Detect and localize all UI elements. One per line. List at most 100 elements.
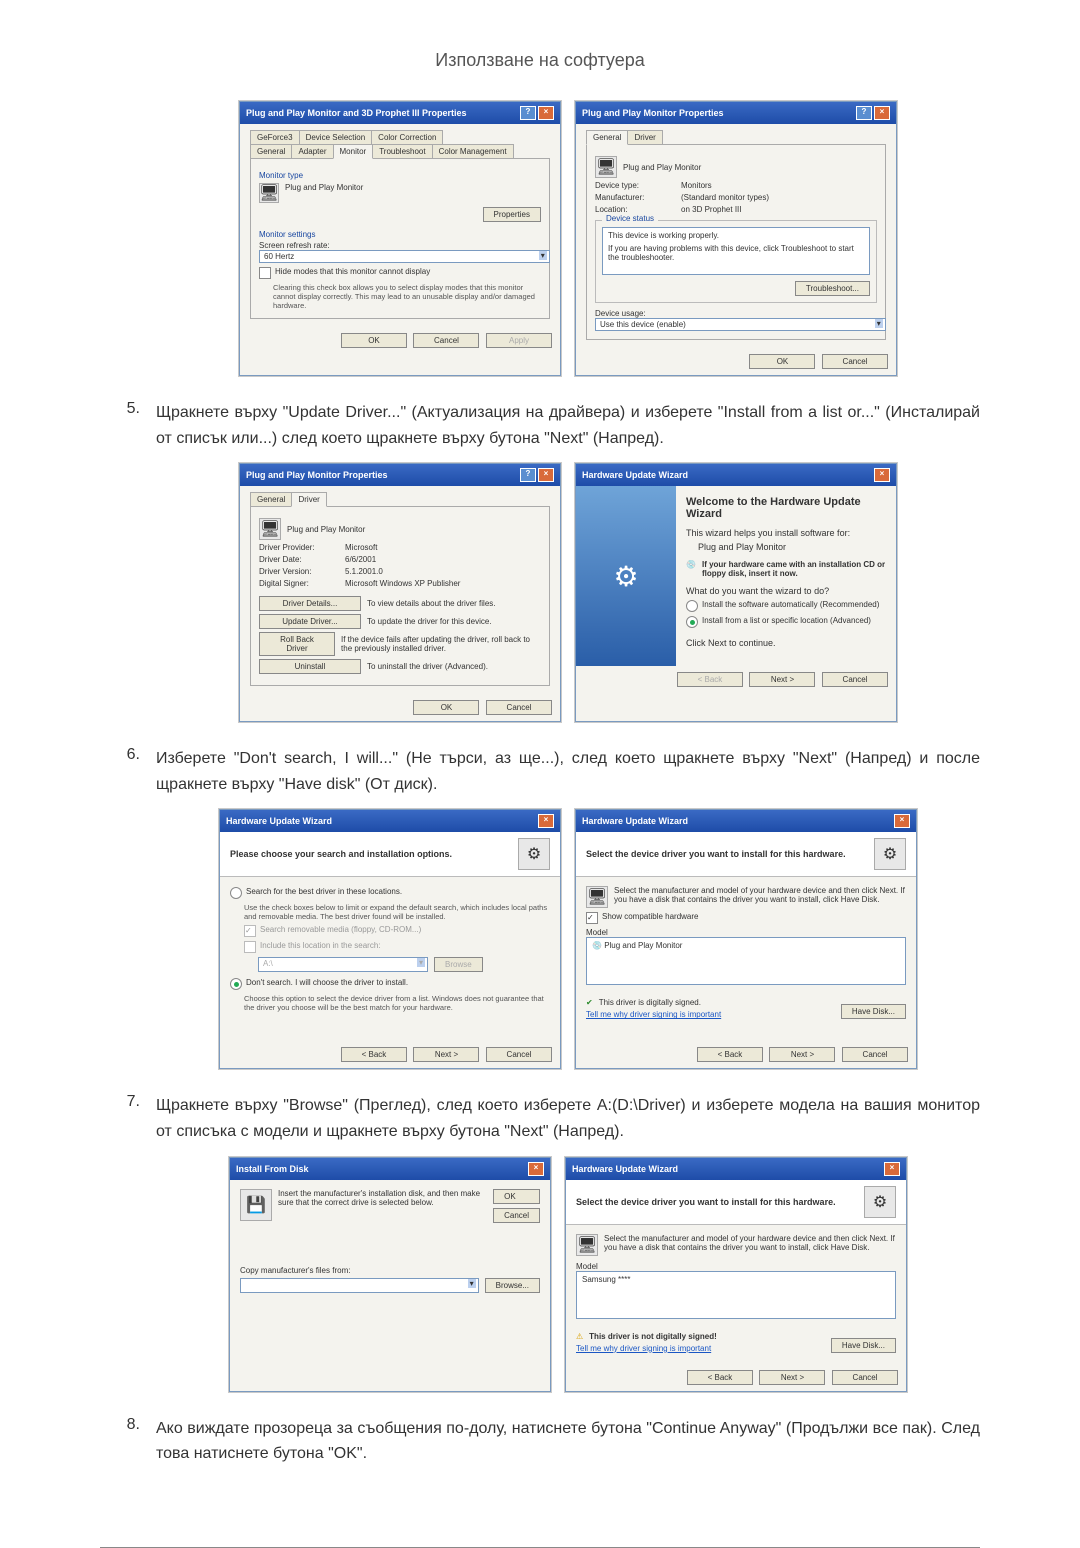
checkbox-include-location[interactable] bbox=[244, 941, 256, 953]
cancel-button[interactable]: Cancel bbox=[413, 333, 479, 348]
close-icon[interactable]: × bbox=[538, 468, 554, 482]
driver-details-button[interactable]: Driver Details... bbox=[259, 596, 361, 611]
uninstall-button[interactable]: Uninstall bbox=[259, 659, 361, 674]
why-signing-link[interactable]: Tell me why driver signing is important bbox=[576, 1344, 711, 1353]
radio-dont-search-label: Don't search. I will choose the driver t… bbox=[246, 978, 408, 987]
location-path-dropdown[interactable]: A:\ bbox=[258, 957, 428, 972]
step-number: 7. bbox=[100, 1093, 156, 1111]
close-icon[interactable]: × bbox=[874, 106, 890, 120]
cancel-button[interactable]: Cancel bbox=[486, 700, 552, 715]
tab-color-correction[interactable]: Color Correction bbox=[371, 130, 443, 145]
rollback-driver-desc: If the device fails after updating the d… bbox=[341, 635, 541, 653]
wizard-helps-text: This wizard helps you install software f… bbox=[686, 528, 886, 538]
hide-modes-label: Hide modes that this monitor cannot disp… bbox=[275, 267, 430, 276]
ok-button[interactable]: OK bbox=[749, 354, 815, 369]
update-driver-button[interactable]: Update Driver... bbox=[259, 614, 361, 629]
tab-geforce3[interactable]: GeForce3 bbox=[250, 130, 300, 145]
checkbox-removable-media[interactable]: ✓ bbox=[244, 925, 256, 937]
dialog-title: Plug and Play Monitor Properties bbox=[246, 470, 388, 480]
radio-dont-search[interactable] bbox=[230, 978, 242, 990]
radio-install-list[interactable] bbox=[686, 616, 698, 628]
monitor-type-label: Monitor type bbox=[259, 171, 541, 180]
close-icon[interactable]: × bbox=[538, 814, 554, 828]
cancel-button[interactable]: Cancel bbox=[493, 1208, 540, 1223]
path-dropdown[interactable] bbox=[240, 1278, 479, 1293]
dialog-hardware-update-wizard-welcome: Hardware Update Wizard × ⚙ Welcome to th… bbox=[575, 463, 897, 722]
digital-signer-value: Microsoft Windows XP Publisher bbox=[345, 579, 460, 588]
list-item[interactable]: 💿 Plug and Play Monitor bbox=[592, 941, 682, 950]
device-name: Plug and Play Monitor bbox=[623, 163, 701, 172]
dont-search-help: Choose this option to select the device … bbox=[244, 994, 550, 1012]
cancel-button[interactable]: Cancel bbox=[822, 672, 888, 687]
radio-install-auto[interactable] bbox=[686, 600, 698, 612]
next-button[interactable]: Next > bbox=[413, 1047, 479, 1062]
cancel-button[interactable]: Cancel bbox=[822, 354, 888, 369]
back-button[interactable]: < Back bbox=[341, 1047, 407, 1062]
monitor-icon: 🖥 bbox=[259, 183, 279, 203]
tab-driver[interactable]: Driver bbox=[627, 130, 662, 145]
ok-button[interactable]: OK bbox=[341, 333, 407, 348]
cancel-button[interactable]: Cancel bbox=[842, 1047, 908, 1062]
close-icon[interactable]: × bbox=[884, 1162, 900, 1176]
device-usage-dropdown[interactable]: Use this device (enable) bbox=[595, 318, 886, 331]
dialog-hardware-update-wizard-select-driver-samsung: Hardware Update Wizard × Select the devi… bbox=[565, 1157, 907, 1392]
manufacturer-label: Manufacturer: bbox=[595, 193, 675, 202]
rollback-driver-button[interactable]: Roll Back Driver bbox=[259, 632, 335, 656]
help-button[interactable]: ? bbox=[520, 468, 536, 482]
tab-troubleshoot[interactable]: Troubleshoot bbox=[372, 144, 432, 159]
ok-button[interactable]: OK bbox=[493, 1189, 540, 1204]
tab-general[interactable]: General bbox=[250, 144, 292, 159]
ok-button[interactable]: OK bbox=[413, 700, 479, 715]
apply-button[interactable]: Apply bbox=[486, 333, 552, 348]
device-status-label: Device status bbox=[602, 214, 658, 223]
next-button[interactable]: Next > bbox=[749, 672, 815, 687]
radio-search-best[interactable] bbox=[230, 887, 242, 899]
wizard-cd-hint: If your hardware came with an installati… bbox=[702, 560, 886, 578]
model-listbox[interactable]: 💿 Plug and Play Monitor bbox=[586, 937, 906, 985]
close-icon[interactable]: × bbox=[528, 1162, 544, 1176]
tab-color-management[interactable]: Color Management bbox=[432, 144, 514, 159]
close-icon[interactable]: × bbox=[874, 468, 890, 482]
have-disk-button[interactable]: Have Disk... bbox=[841, 1004, 906, 1019]
floppy-icon: 💾 bbox=[240, 1189, 272, 1221]
troubleshoot-button[interactable]: Troubleshoot... bbox=[795, 281, 870, 296]
browse-button[interactable]: Browse... bbox=[485, 1278, 540, 1293]
cancel-button[interactable]: Cancel bbox=[486, 1047, 552, 1062]
next-button[interactable]: Next > bbox=[759, 1370, 825, 1385]
help-button[interactable]: ? bbox=[520, 106, 536, 120]
close-icon[interactable]: × bbox=[538, 106, 554, 120]
step-text: Ако виждате прозореца за съобщения по-до… bbox=[156, 1416, 980, 1467]
driver-provider-label: Driver Provider: bbox=[259, 543, 339, 552]
refresh-rate-dropdown[interactable]: 60 Hertz bbox=[259, 250, 550, 263]
tab-adapter[interactable]: Adapter bbox=[291, 144, 333, 159]
tab-monitor[interactable]: Monitor bbox=[333, 144, 374, 159]
back-button[interactable]: < Back bbox=[697, 1047, 763, 1062]
close-icon[interactable]: × bbox=[894, 814, 910, 828]
list-item[interactable]: Samsung **** bbox=[582, 1275, 630, 1284]
properties-button[interactable]: Properties bbox=[483, 207, 541, 222]
model-listbox[interactable]: Samsung **** bbox=[576, 1271, 896, 1319]
browse-button[interactable]: Browse bbox=[434, 957, 483, 972]
tab-general[interactable]: General bbox=[586, 130, 628, 145]
dialog-title: Hardware Update Wizard bbox=[572, 1164, 678, 1174]
back-button[interactable]: < Back bbox=[687, 1370, 753, 1385]
install-from-disk-hint: Insert the manufacturer's installation d… bbox=[278, 1189, 487, 1207]
tab-driver[interactable]: Driver bbox=[291, 492, 326, 507]
dialog-hardware-update-wizard-select-driver: Hardware Update Wizard × Select the devi… bbox=[575, 809, 917, 1069]
model-label: Model bbox=[576, 1262, 896, 1271]
why-signing-link[interactable]: Tell me why driver signing is important bbox=[586, 1010, 721, 1019]
help-button[interactable]: ? bbox=[856, 106, 872, 120]
back-button[interactable]: < Back bbox=[677, 672, 743, 687]
hide-modes-checkbox[interactable] bbox=[259, 267, 271, 279]
cancel-button[interactable]: Cancel bbox=[832, 1370, 898, 1385]
dialog-title: Hardware Update Wizard bbox=[582, 816, 688, 826]
dialog-title: Install From Disk bbox=[236, 1164, 309, 1174]
tab-general[interactable]: General bbox=[250, 492, 292, 507]
next-button[interactable]: Next > bbox=[769, 1047, 835, 1062]
refresh-rate-label: Screen refresh rate: bbox=[259, 241, 541, 250]
show-compatible-checkbox[interactable]: ✓ bbox=[586, 912, 598, 924]
hide-modes-help: Clearing this check box allows you to se… bbox=[273, 283, 541, 310]
manufacturer-value: (Standard monitor types) bbox=[681, 193, 769, 202]
tab-device-selection[interactable]: Device Selection bbox=[299, 130, 373, 145]
have-disk-button[interactable]: Have Disk... bbox=[831, 1338, 896, 1353]
